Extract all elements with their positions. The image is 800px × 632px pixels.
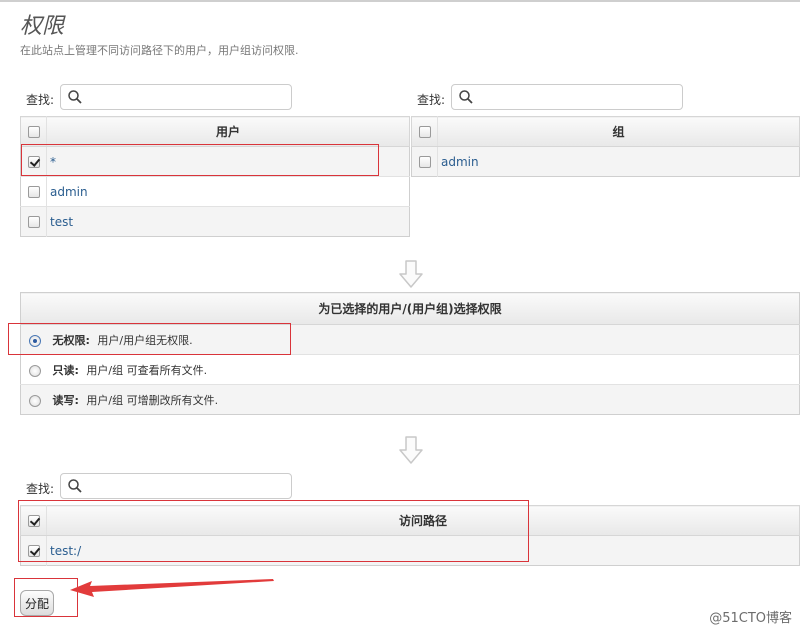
highlight-box-user-row <box>21 144 379 176</box>
search-icon <box>459 90 473 104</box>
table-row[interactable]: admin <box>20 176 410 207</box>
users-search-box[interactable] <box>60 84 292 110</box>
group-name: admin <box>437 146 800 177</box>
users-column-header: 用户 <box>46 116 410 147</box>
option-label: 只读: <box>52 363 79 377</box>
groups-table-header: 组 <box>411 116 800 147</box>
paths-search-label: 查找: <box>26 482 55 496</box>
permissions-header: 为已选择的用户/(用户组)选择权限 <box>20 292 800 325</box>
option-desc: 用户/组 可增删改所有文件. <box>86 393 219 407</box>
page-title: 权限 <box>20 14 65 39</box>
groups-column-header: 组 <box>437 116 800 147</box>
watermark: @51CTO博客 <box>709 611 792 626</box>
permission-option-readwrite[interactable]: 读写: 用户/组 可增删改所有文件. <box>20 384 800 415</box>
highlight-box-paths <box>18 500 529 562</box>
select-all-users-checkbox[interactable] <box>27 126 40 138</box>
pointer-arrow-icon <box>70 579 274 597</box>
option-label: 读写: <box>52 393 79 407</box>
user-checkbox[interactable] <box>27 186 40 198</box>
search-icon <box>68 479 82 493</box>
permission-option-readonly[interactable]: 只读: 用户/组 可查看所有文件. <box>20 354 800 385</box>
user-name: admin <box>46 176 410 207</box>
page-subtitle: 在此站点上管理不同访问路径下的用户，用户组访问权限. <box>20 44 299 57</box>
groups-search-input[interactable] <box>476 88 676 106</box>
users-search-input[interactable] <box>85 88 285 106</box>
groups-search-box[interactable] <box>451 84 683 110</box>
user-checkbox[interactable] <box>27 216 40 228</box>
down-arrow-icon <box>399 260 423 288</box>
table-row[interactable]: test <box>20 206 410 237</box>
option-desc: 用户/组 可查看所有文件. <box>86 363 208 377</box>
users-table-header: 用户 <box>20 116 410 147</box>
readwrite-radio[interactable] <box>29 394 41 407</box>
paths-search-input[interactable] <box>85 477 285 495</box>
paths-search-box[interactable] <box>60 473 292 499</box>
down-arrow-icon <box>399 436 423 464</box>
user-name: test <box>46 206 410 237</box>
group-checkbox[interactable] <box>418 156 431 168</box>
readonly-radio[interactable] <box>29 364 41 377</box>
highlight-box-permission <box>8 323 291 355</box>
users-table: 用户 * admin test <box>20 116 410 237</box>
groups-search-label: 查找: <box>417 93 446 107</box>
users-search-label: 查找: <box>26 93 55 107</box>
table-row[interactable]: admin <box>411 146 800 177</box>
top-border <box>0 0 800 2</box>
groups-table: 组 admin <box>411 116 800 177</box>
search-icon <box>68 90 82 104</box>
select-all-groups-checkbox[interactable] <box>418 126 431 138</box>
